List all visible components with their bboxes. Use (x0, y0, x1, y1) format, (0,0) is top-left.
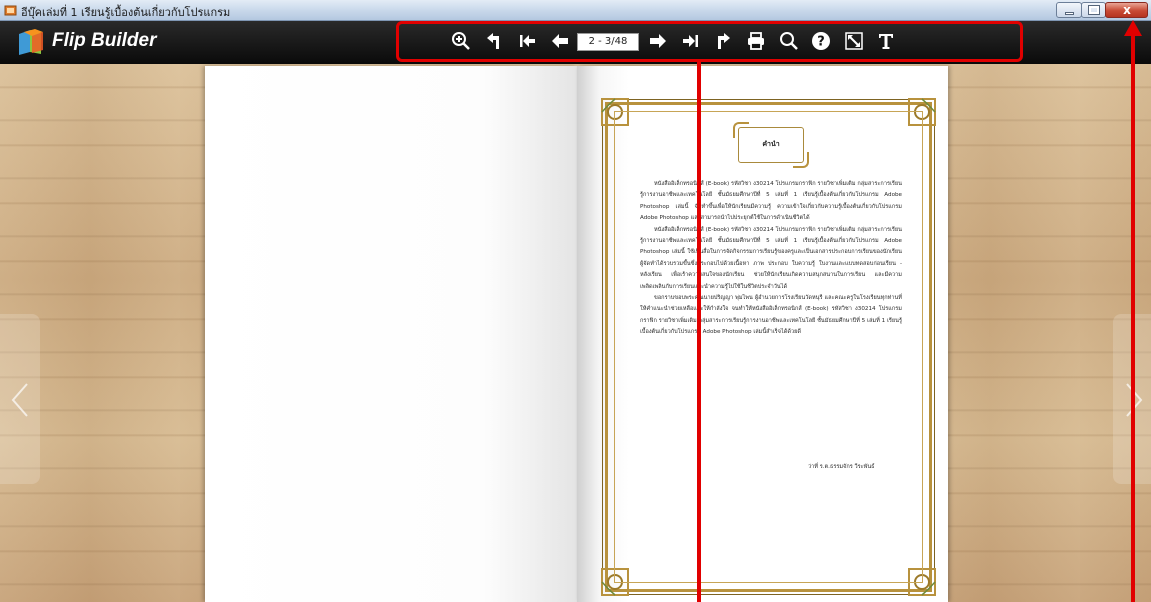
annotation-arrow-line (1131, 34, 1135, 602)
page-heading: คำนำ (762, 140, 780, 148)
app-icon (4, 5, 17, 16)
chevron-left-icon (11, 383, 28, 417)
previous-page-arrow[interactable] (0, 314, 40, 484)
decorative-page-frame: คำนำ หนังสืออิเล็กทรอนิกส์ (E-book) รหัส… (601, 98, 936, 596)
close-button[interactable]: x (1105, 2, 1148, 18)
ornament-corner-icon (908, 98, 936, 126)
close-icon: x (1123, 3, 1131, 17)
window-title-bar: อีบุ๊คเล่มที่ 1 เรียนรู้เบื้องต้นเกี่ยวก… (0, 0, 1151, 21)
annotation-highlight-box (396, 21, 1023, 62)
heading-cartouche: คำนำ (733, 122, 809, 168)
ornament-corner-icon (601, 98, 629, 126)
logo-text: Flip Builder (52, 30, 157, 51)
paragraph: หนังสืออิเล็กทรอนิกส์ (E-book) รหัสวิชา … (640, 181, 902, 222)
minimize-button[interactable] (1056, 2, 1082, 18)
annotation-arrowhead-icon (1124, 20, 1142, 36)
author-signature: ว่าที่ ร.ต.ธรรมจักร วีระพันธ์ (808, 464, 875, 470)
annotation-line (697, 62, 701, 602)
window-title: อีบุ๊คเล่มที่ 1 เรียนรู้เบื้องต้นเกี่ยวก… (21, 6, 231, 19)
flip-builder-logo-icon (19, 29, 43, 55)
page-body-text: หนังสืออิเล็กทรอนิกส์ (E-book) รหัสวิชา … (640, 179, 902, 339)
paragraph: ขอกราบขอบพระคุณนายปริญญา พุ่มไพน ผู้อำนว… (640, 295, 902, 336)
left-book-page[interactable] (205, 66, 577, 602)
right-book-page[interactable]: คำนำ หนังสืออิเล็กทรอนิกส์ (E-book) รหัส… (577, 66, 948, 602)
maximize-icon (1088, 5, 1100, 15)
minimize-icon (1065, 12, 1074, 15)
ornament-corner-icon (601, 568, 629, 596)
maximize-button[interactable] (1081, 2, 1106, 18)
paragraph: หนังสืออิเล็กทรอนิกส์ (E-book) รหัสวิชา … (640, 226, 902, 290)
ornament-corner-icon (908, 568, 936, 596)
